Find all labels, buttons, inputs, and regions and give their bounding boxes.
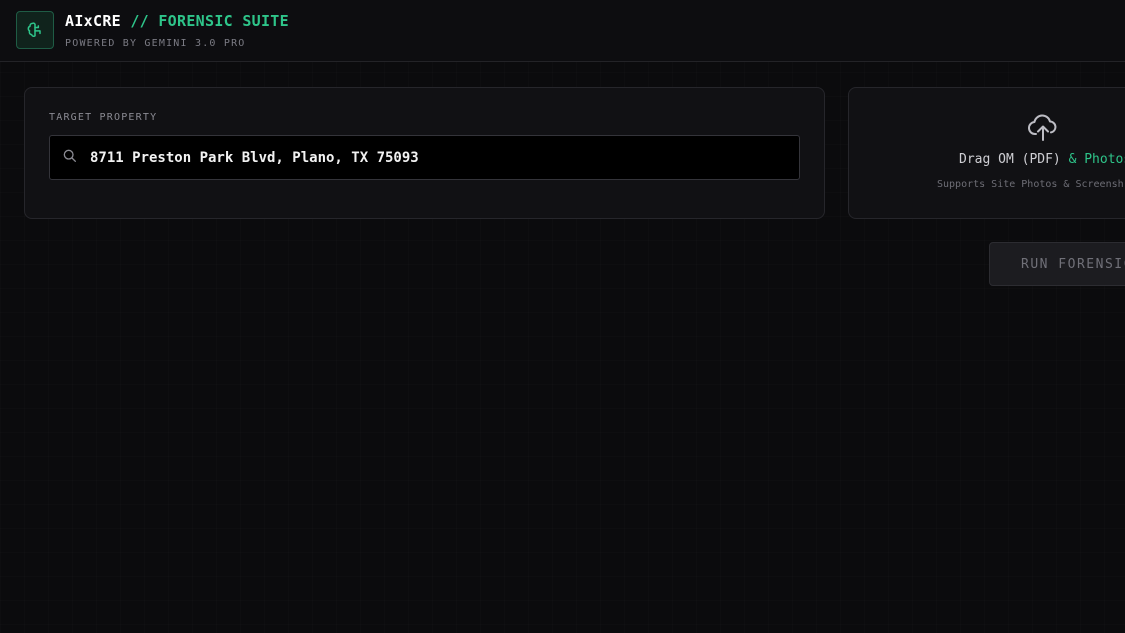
search-icon <box>63 149 76 162</box>
target-property-panel: TARGET PROPERTY <box>24 87 825 219</box>
logo <box>16 11 54 49</box>
upload-dropzone[interactable]: Drag OM (PDF) & Photos Supports Site Pho… <box>848 87 1125 219</box>
target-property-label: TARGET PROPERTY <box>49 112 158 123</box>
app-header: AIxCRE // FORENSIC SUITE POWERED BY GEMI… <box>0 0 1125 62</box>
upload-instructions: Drag OM (PDF) & Photos <box>959 152 1125 167</box>
brand-primary: AIxCRE <box>65 12 121 30</box>
brain-icon <box>27 22 41 37</box>
address-input[interactable] <box>90 136 790 179</box>
upload-text-main: Drag OM (PDF) <box>959 152 1069 167</box>
brand-secondary: // FORENSIC SUITE <box>130 12 289 30</box>
app-title: AIxCRE // FORENSIC SUITE <box>65 12 289 30</box>
upload-text-accent: & Photos <box>1068 152 1125 167</box>
cloud-upload-icon <box>1028 114 1057 141</box>
upload-subtext: Supports Site Photos & Screensh <box>937 179 1124 190</box>
run-forensic-button[interactable]: RUN FORENSIC <box>989 242 1125 286</box>
app-tagline: POWERED BY GEMINI 3.0 PRO <box>65 38 246 49</box>
address-field[interactable] <box>49 135 800 180</box>
